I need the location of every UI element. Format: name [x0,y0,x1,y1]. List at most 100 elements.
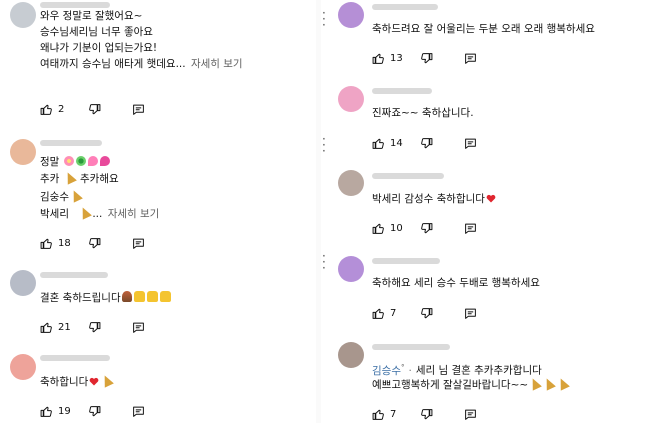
comment-text: 박세리 감성수 축하합니다 [372,193,485,205]
like-button[interactable]: 7 [372,306,396,320]
red-heart-emoji [486,194,496,203]
like-button[interactable]: 13 [372,51,403,65]
avatar[interactable] [10,270,36,296]
thumbs-up-icon [40,322,52,333]
author-name-blurred[interactable] [372,258,440,264]
reply-button[interactable] [464,407,477,421]
comment-text-line: 예쁘고행복하게 잘살길바랍니다~~ [372,376,571,392]
comment-text: 여태까지 승수님 애타게 햇데요... [40,58,186,70]
comment-actions: 13 [372,51,492,65]
comment-text-line: 여태까지 승수님 애타게 햇데요... 자세히 보기 [40,57,243,71]
comment-text: 추카 [40,173,60,185]
party-popper-emoji [100,373,115,388]
like-button[interactable]: 18 [40,236,71,250]
like-button[interactable]: 19 [40,404,71,418]
thumbs-up-emoji [133,291,145,302]
dislike-button[interactable] [420,407,433,421]
avatar[interactable] [10,354,36,380]
reply-button[interactable] [464,51,477,65]
comment-item: 김승수° · 세리 님 결혼 추카추카합니다 예쁘고행복하게 잘살길바랍니다~~ 7 [322,340,658,423]
comment-actions: 21 [40,320,160,334]
read-more-link[interactable]: 자세히 보기 [191,58,243,70]
comment-item: 진짜죠~~ 축하삽니다. 14 [322,82,658,154]
thumbs-down-icon [421,307,433,318]
like-button[interactable]: 21 [40,320,71,334]
like-count: 2 [58,103,65,115]
author-name-blurred[interactable] [40,355,110,361]
dislike-button[interactable] [420,221,433,235]
comment-item: 와우 정말로 잘했어요~ 승수님세리님 너무 좋아요 왜냐가 기분이 업되는가요… [0,0,315,120]
comment-actions: 7 [372,306,492,320]
reply-comment-icon [465,138,476,149]
author-name-blurred[interactable] [372,344,450,350]
dislike-button[interactable] [88,236,101,250]
like-button[interactable]: 14 [372,136,403,150]
comment-actions: 2 [40,102,160,116]
flower-emoji [63,156,74,166]
thumbs-up-icon [40,406,52,417]
author-name-blurred[interactable] [372,4,438,10]
read-more-link[interactable]: 자세히 보기 [108,208,160,220]
thumbs-down-icon [421,52,433,63]
reply-button[interactable] [132,236,145,250]
reply-mention-author[interactable]: 김승수° [372,363,405,377]
dislike-button[interactable] [420,136,433,150]
thumbs-down-icon [421,222,433,233]
party-popper-emoji [69,188,83,203]
thumbs-up-icon [40,104,52,115]
thumbs-down-icon [89,321,101,332]
like-button[interactable]: 7 [372,407,396,421]
author-name-blurred[interactable] [372,88,432,94]
mention-name[interactable]: 김승수 [372,365,401,377]
comment-actions: 14 [372,136,492,150]
thumbs-up-icon [372,409,384,420]
reply-button[interactable] [464,136,477,150]
avatar[interactable] [10,139,36,165]
avatar[interactable] [338,170,364,196]
clover-emoji [75,156,86,166]
verified-mark: ° [400,363,405,371]
reply-button[interactable] [132,320,145,334]
like-count: 7 [390,408,397,420]
avatar[interactable] [338,256,364,282]
comment-actions: 7 [372,407,492,421]
bouquet-emoji [121,291,132,302]
dislike-button[interactable] [88,404,101,418]
dislike-button[interactable] [88,320,101,334]
comment-text-line: 추카 추카해요 [40,170,119,186]
thumbs-up-emoji [146,291,158,302]
avatar[interactable] [10,2,36,28]
thumbs-down-icon [89,237,101,248]
author-name-blurred[interactable] [40,272,108,278]
party-popper-emoji [78,205,93,220]
comment-text-line: 축하해요 세리 승수 두배로 행복하세요 [372,277,540,289]
reply-button[interactable] [464,306,477,320]
thumbs-up-icon [372,223,384,234]
dislike-button[interactable] [88,102,101,116]
dislike-button[interactable] [420,51,433,65]
like-button[interactable]: 2 [40,102,64,116]
avatar[interactable] [338,2,364,28]
like-count: 14 [390,137,403,149]
reply-button[interactable] [132,404,145,418]
like-count: 21 [58,321,71,333]
comment-item: 정말 추카 추카해요 김숭수 박세리 ... 자세히 보기 18 [0,136,315,256]
reply-button[interactable] [464,221,477,235]
comment-text: 박세리 [40,208,69,220]
author-name-blurred[interactable] [40,2,110,8]
avatar[interactable] [338,342,364,368]
comment-text: 결혼 축하드립니다 [40,292,121,304]
like-button[interactable]: 10 [372,221,403,235]
like-count: 19 [58,405,71,417]
reply-button[interactable] [132,102,145,116]
author-name-blurred[interactable] [372,173,444,179]
author-name-blurred[interactable] [40,140,102,146]
thumbs-down-icon [421,408,433,419]
comment-text-line: 김숭수 [40,188,83,204]
reply-comment-icon [133,104,144,115]
avatar[interactable] [338,86,364,112]
reply-comment-icon [465,223,476,234]
pink-hearts-emoji [87,156,98,166]
comment-text: 세리 님 결혼 추카추카합니다 [415,364,542,377]
dislike-button[interactable] [420,306,433,320]
